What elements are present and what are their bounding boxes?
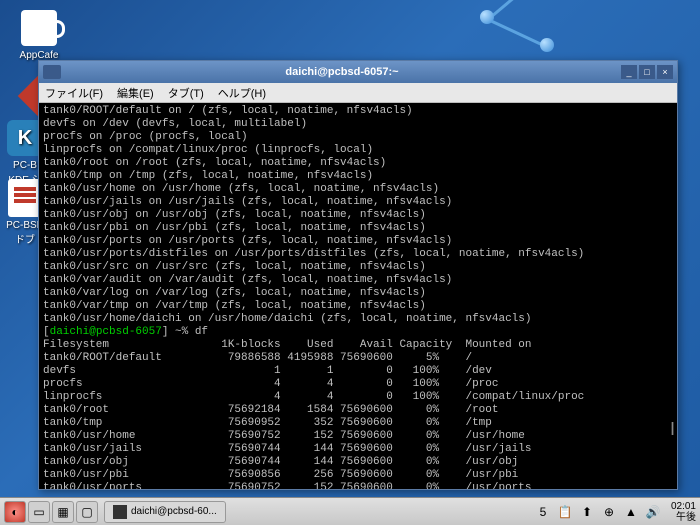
- task-terminal[interactable]: daichi@pcbsd-60...: [104, 501, 226, 523]
- menubar: ファイル(F) 編集(E) タブ(T) ヘルプ(H): [39, 83, 677, 103]
- taskbar: ◐ ▭ ▦ ▢ daichi@pcbsd-60... 5 📋 ⬆ ⊕ ▲ 🔊 0…: [0, 497, 700, 525]
- volume-icon[interactable]: 🔊: [645, 504, 661, 520]
- clipboard-icon[interactable]: 📋: [557, 504, 573, 520]
- terminal-window: daichi@pcbsd-6057:~ _ □ × ファイル(F) 編集(E) …: [38, 60, 678, 490]
- window-menu-icon[interactable]: [43, 65, 61, 79]
- menu-file[interactable]: ファイル(F): [45, 85, 103, 101]
- window-title: daichi@pcbsd-6057:~: [65, 66, 619, 78]
- menu-tab[interactable]: タブ(T): [168, 85, 204, 101]
- start-button[interactable]: ◐: [4, 501, 26, 523]
- text-cursor-icon: I: [670, 419, 675, 440]
- maximize-button[interactable]: □: [639, 65, 655, 79]
- terminal-output[interactable]: tank0/ROOT/default on / (zfs, local, noa…: [39, 103, 677, 489]
- close-button[interactable]: ×: [657, 65, 673, 79]
- mug-icon: [19, 8, 59, 48]
- minimize-button[interactable]: _: [621, 65, 637, 79]
- network-icon[interactable]: ⊕: [601, 504, 617, 520]
- update-icon[interactable]: ⬆: [579, 504, 595, 520]
- desktop-icon-appcafe[interactable]: AppCafe: [14, 8, 64, 61]
- menu-edit[interactable]: 編集(E): [117, 85, 154, 101]
- task-label: daichi@pcbsd-60...: [131, 506, 217, 517]
- clock[interactable]: 02:01 午後: [671, 501, 696, 523]
- titlebar[interactable]: daichi@pcbsd-6057:~ _ □ ×: [39, 61, 677, 83]
- places-button[interactable]: ▭: [28, 501, 50, 523]
- pager-button[interactable]: ▦: [52, 501, 74, 523]
- show-desktop-button[interactable]: ▢: [76, 501, 98, 523]
- chevron-up-icon[interactable]: ▲: [623, 504, 639, 520]
- menu-help[interactable]: ヘルプ(H): [218, 85, 266, 101]
- pager-desktops[interactable]: 5: [535, 504, 551, 520]
- task-terminal-icon: [113, 505, 127, 519]
